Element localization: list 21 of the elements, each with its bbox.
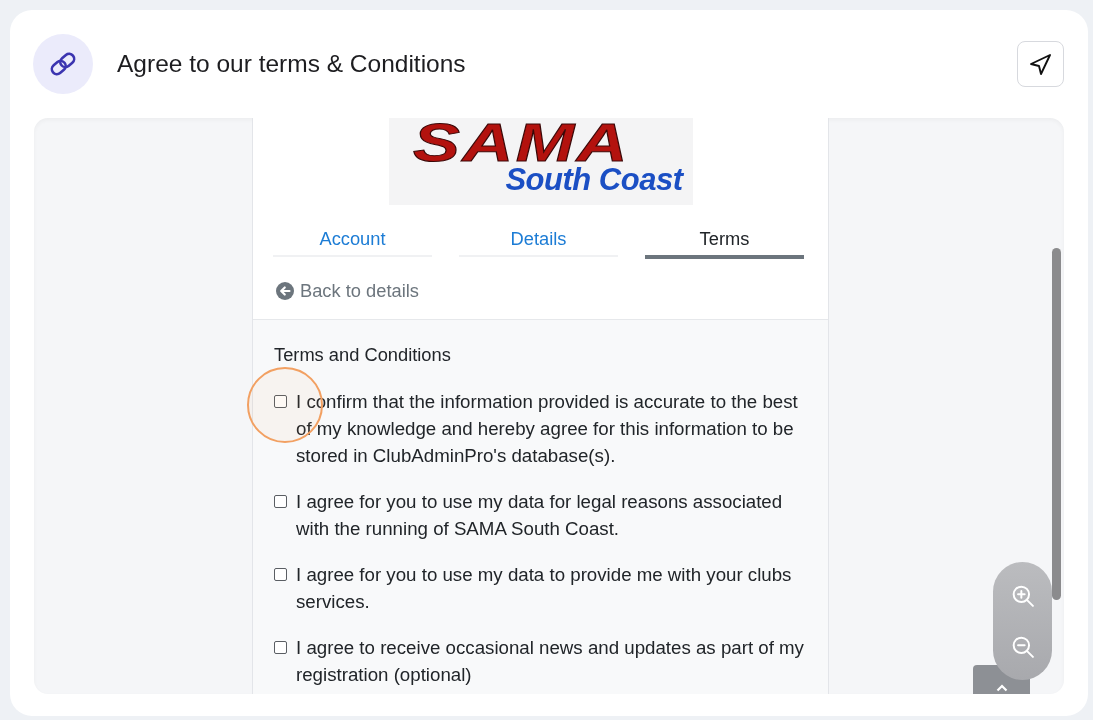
send-button[interactable] [1017, 41, 1064, 87]
tab[interactable]: Details [459, 229, 618, 257]
checkbox[interactable] [274, 495, 287, 508]
checkbox-label: I agree for you to use my data for legal reasons associated with the running of SAMA South Coast. [296, 490, 784, 541]
checkbox[interactable] [274, 641, 287, 654]
section-heading: Terms and Conditions [274, 344, 452, 366]
zoom-out-icon [1011, 635, 1034, 658]
checkbox-label: I agree to receive occasional news and updates as part of my registration (optional) [296, 636, 805, 687]
zoom-in-icon [1011, 584, 1034, 607]
back-link[interactable]: Back to details [276, 280, 419, 302]
checkbox[interactable] [274, 395, 287, 408]
arrow-circle-left-icon [276, 282, 294, 300]
page-title: Agree to our terms & Conditions [117, 50, 467, 78]
tab[interactable]: Account [273, 229, 432, 257]
link-icon [33, 34, 93, 94]
scrollbar-thumb[interactable] [1052, 248, 1061, 600]
tab[interactable]: Terms [645, 229, 804, 259]
location-arrow-icon [1030, 53, 1051, 75]
checkbox[interactable] [274, 568, 287, 581]
checkbox-label: I agree for you to use my data to provide me with your clubs services. [296, 563, 793, 614]
chevron-up-icon [995, 684, 1008, 692]
